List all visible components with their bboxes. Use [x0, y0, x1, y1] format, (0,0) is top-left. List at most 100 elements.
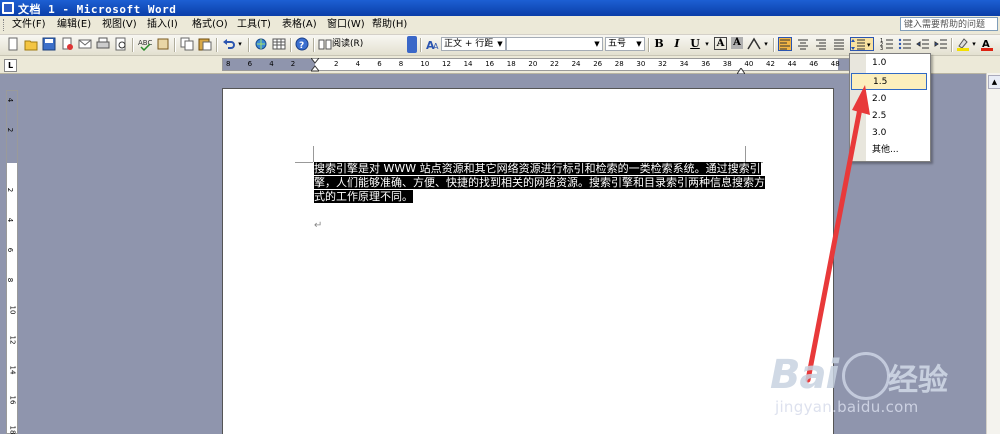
ruler-tick-label: 28 [614, 60, 624, 68]
toolbar-separator [132, 38, 134, 52]
highlight-dropdown-icon[interactable]: ▾ [970, 37, 978, 51]
align-right-icon[interactable] [814, 37, 828, 51]
line-spacing-option-2-5[interactable]: 2.5 [851, 108, 927, 125]
vruler-tick-label: 12 [8, 335, 17, 345]
line-spacing-option-1-5[interactable]: 1.5 [851, 73, 927, 90]
open-folder-icon[interactable] [24, 37, 38, 51]
styles-pane-icon[interactable]: AA [426, 37, 440, 51]
menu-window[interactable]: 窗口(W) [327, 18, 365, 32]
toolbar-overflow-chevron-icon[interactable] [407, 36, 417, 53]
read-mode-button[interactable]: 阅读(R) [332, 37, 366, 51]
font-size-value: 五号 [608, 39, 627, 49]
right-indent-marker[interactable] [736, 64, 746, 75]
undo-dropdown-icon[interactable]: ▾ [236, 37, 244, 51]
copy-icon[interactable] [180, 37, 194, 51]
underline-button[interactable]: U [688, 37, 702, 51]
menu-help[interactable]: 帮助(H) [372, 18, 407, 32]
emphasis-icon[interactable] [747, 37, 761, 51]
vertical-scrollbar[interactable]: ▲ [986, 73, 1000, 434]
menu-table[interactable]: 表格(A) [282, 18, 317, 32]
vruler-tick-label: 2 [6, 187, 15, 193]
ruler-tick-label: 24 [571, 60, 581, 68]
char-border-button[interactable]: A [714, 37, 727, 50]
chevron-down-icon: ▼ [636, 40, 642, 48]
menu-bar: 文件(F) 编辑(E) 视图(V) 插入(I) 格式(O) 工具(T) 表格(A… [0, 16, 1000, 35]
font-size-select[interactable]: 五号 ▼ [605, 37, 645, 51]
menu-format[interactable]: 格式(O) [192, 18, 228, 32]
print-preview-icon[interactable] [114, 37, 128, 51]
line-spacing-option-more[interactable]: 其他... [851, 142, 927, 159]
style-select[interactable]: 正文 + 行距 ▼ [441, 37, 506, 51]
underline-dropdown-icon[interactable]: ▾ [703, 37, 711, 51]
scroll-up-icon[interactable]: ▲ [988, 75, 1000, 89]
menu-view[interactable]: 视图(V) [102, 18, 137, 32]
bold-button[interactable]: B [652, 37, 666, 51]
italic-button[interactable]: I [670, 37, 684, 51]
ruler-tick-label: 42 [766, 60, 775, 68]
ruler-tick-label: 16 [485, 60, 495, 68]
help-icon[interactable]: ? [295, 37, 309, 51]
new-document-icon[interactable] [6, 37, 20, 51]
align-justify-icon[interactable] [832, 37, 846, 51]
selected-paragraph[interactable]: 搜索引擎是对 WWW 站点资源和其它网络资源进行标引和检索的一类检索系统。通过搜… [314, 162, 774, 204]
toolbar-separator [420, 38, 422, 52]
ruler-tick-label: 8 [226, 60, 231, 68]
align-left-icon[interactable] [778, 37, 792, 51]
document-page[interactable] [222, 88, 834, 434]
hyperlink-icon[interactable] [254, 37, 268, 51]
vruler-tick-label: 8 [6, 277, 15, 283]
ruler-tick-label: 2 [334, 60, 339, 68]
line-spacing-option-2-0[interactable]: 2.0 [851, 91, 927, 108]
indent-marker[interactable] [309, 57, 321, 72]
watermark-brand-cn: 经验 [888, 363, 948, 398]
email-icon[interactable] [78, 37, 92, 51]
spelling-icon[interactable]: ABC [138, 37, 152, 51]
print-icon[interactable] [96, 37, 110, 51]
ruler-tick-label: 20 [528, 60, 538, 68]
line-spacing-option-3-0[interactable]: 3.0 [851, 125, 927, 142]
table-icon[interactable] [272, 37, 286, 51]
save-icon[interactable] [42, 37, 56, 51]
toolbar-separator [648, 38, 650, 52]
menu-insert[interactable]: 插入(I) [147, 18, 178, 32]
line-spacing-button[interactable]: ▾ [850, 37, 874, 51]
ruler-tick-label: 18 [506, 60, 516, 68]
menu-file[interactable]: 文件(F) [12, 18, 46, 32]
research-icon[interactable] [156, 37, 170, 51]
align-center-icon[interactable] [796, 37, 810, 51]
tab-selector[interactable]: L [4, 59, 17, 72]
ruler-tick-label: 14 [463, 60, 473, 68]
paste-icon[interactable] [198, 37, 212, 51]
vruler-tick-label: 2 [6, 127, 15, 133]
font-name-select[interactable]: ▼ [506, 37, 603, 51]
toolbar-separator [174, 38, 176, 52]
bullets-icon[interactable] [898, 37, 912, 51]
menu-tools[interactable]: 工具(T) [237, 18, 271, 32]
title-bar: 文档 1 - Microsoft Word [0, 0, 1000, 16]
word-app-icon[interactable] [2, 2, 14, 14]
menu-edit[interactable]: 编辑(E) [57, 18, 91, 32]
crop-mark [295, 162, 313, 163]
increase-indent-icon[interactable] [934, 37, 948, 51]
char-shading-button[interactable]: A [731, 37, 743, 49]
emphasis-dropdown-icon[interactable]: ▾ [762, 37, 770, 51]
permission-icon[interactable] [60, 37, 74, 51]
undo-icon[interactable] [222, 37, 236, 51]
vertical-ruler[interactable]: 4 2 2 4 6 8 10 12 14 16 18 [6, 90, 18, 434]
numbering-icon[interactable]: 123 [880, 37, 894, 51]
ruler-tick-label: 4 [355, 60, 361, 68]
highlight-icon[interactable] [956, 37, 970, 51]
toolbar-separator [773, 38, 775, 52]
menu-grip-handle[interactable] [3, 19, 7, 31]
svg-text:A: A [433, 42, 439, 51]
help-search-input[interactable]: 键入需要帮助的问题 [900, 17, 998, 31]
line-spacing-option-1-0[interactable]: 1.0 [851, 55, 927, 72]
decrease-indent-icon[interactable] [916, 37, 930, 51]
ruler-tick-label: 22 [550, 60, 559, 68]
ruler-tick-label: 6 [247, 60, 253, 68]
font-color-icon[interactable]: A [980, 37, 994, 51]
read-mode-icon[interactable] [318, 37, 332, 51]
ruler-tick-label: 10 [420, 60, 430, 68]
vruler-tick-label: 16 [8, 395, 17, 405]
ruler-tick-label: 36 [701, 60, 711, 68]
